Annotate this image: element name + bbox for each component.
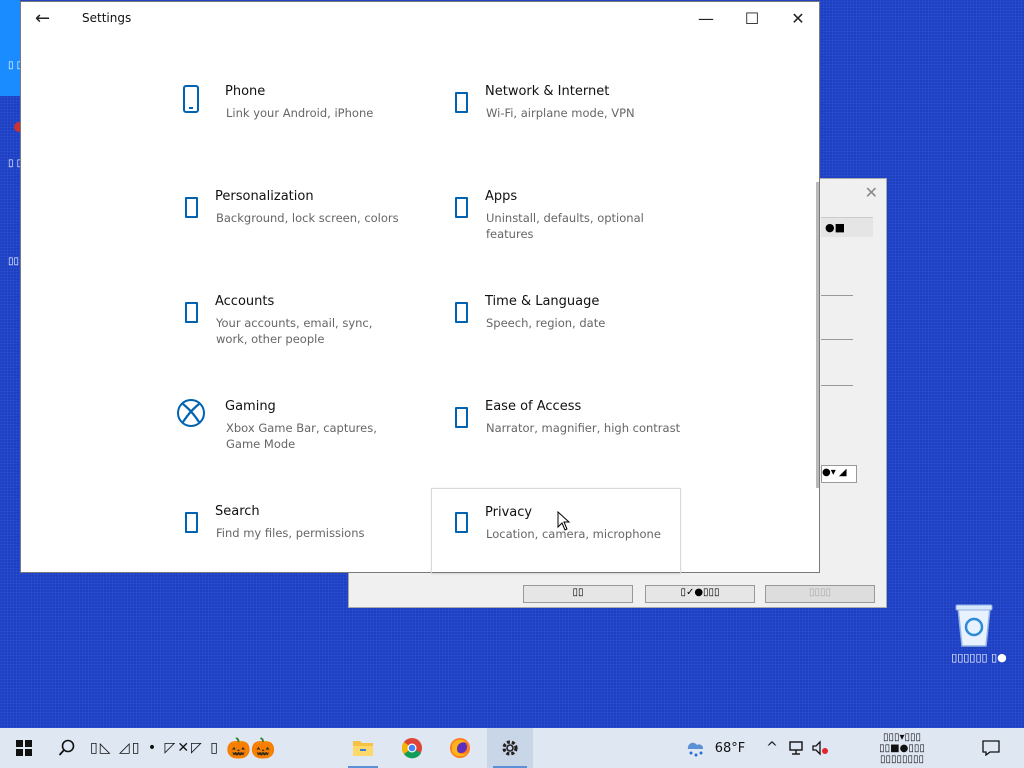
tile-title: Gaming [225, 399, 276, 414]
tile-subtitle: Xbox Game Bar, captures, Game Mode [226, 421, 377, 451]
settings-window[interactable]: ← Settings — ☐ ✕ Phone Link your Android… [20, 1, 820, 574]
tile-title: Time & Language [485, 294, 600, 309]
back-button[interactable]: ← [35, 8, 50, 29]
clock-line-2: ▯▯■●▯▯▯ [879, 742, 925, 754]
tile-personalization[interactable]: Personalization Background, lock screen,… [175, 189, 425, 273]
tile-title: Phone [225, 84, 266, 99]
recycle-bin-label: ▯▯▯▯▯▯ ▯● [951, 651, 1007, 664]
chrome-icon[interactable] [391, 728, 433, 768]
taskbar: ▯◺ ◿▯ • ◸✕◸ ▯ 🎃🎃 68°F ^ ▯▯▯▾▯▯▯ ▯▯■●▯▯▯ … [0, 728, 1024, 768]
title-bar[interactable]: ← Settings — ☐ ✕ [21, 2, 819, 34]
notification-icon[interactable] [976, 728, 1006, 768]
scrollbar[interactable] [816, 182, 819, 488]
tile-network-internet[interactable]: Network & Internet Wi-Fi, airplane mode,… [445, 84, 695, 168]
pumpkin-icon: 🎃🎃 [225, 736, 276, 760]
background-dialog-button-1[interactable]: ▯▯ [523, 585, 633, 603]
recycle-bin-icon[interactable] [952, 602, 996, 648]
windows-logo-icon [16, 740, 32, 756]
search-icon [58, 739, 75, 756]
network-icon [445, 84, 479, 118]
background-dialog-header: ●■ [821, 217, 873, 237]
tile-subtitle: Background, lock screen, colors [216, 211, 399, 225]
firefox-icon[interactable] [439, 728, 481, 768]
tile-title: Apps [485, 189, 518, 204]
divider [821, 385, 853, 386]
clock[interactable]: ▯▯▯▾▯▯▯ ▯▯■●▯▯▯ ▯▯▯▯▯▯▯▯ [862, 728, 942, 768]
weather-icon[interactable] [680, 728, 710, 768]
network-status-icon[interactable] [784, 728, 808, 768]
privacy-icon [445, 504, 479, 538]
tile-gaming[interactable]: Gaming Xbox Game Bar, captures, Game Mod… [175, 399, 425, 483]
file-explorer-icon[interactable] [342, 728, 384, 768]
tile-phone[interactable]: Phone Link your Android, iPhone [175, 84, 425, 168]
tile-subtitle: Location, camera, microphone [486, 527, 661, 541]
window-title: Settings [82, 11, 132, 25]
desktop-icon-label: ▯▯ [8, 256, 20, 267]
xbox-icon [175, 399, 209, 433]
divider [821, 339, 853, 340]
time-language-icon [445, 294, 479, 328]
accounts-icon [175, 294, 209, 328]
tile-title: Search [215, 504, 260, 519]
background-dialog-button-3[interactable]: ▯▯▯▯ [765, 585, 875, 603]
start-button[interactable] [0, 728, 48, 768]
tile-title: Personalization [215, 189, 314, 204]
clock-line-3: ▯▯▯▯▯▯▯▯ [879, 753, 925, 765]
tile-privacy[interactable]: Privacy Location, camera, microphone [431, 488, 681, 574]
tile-title: Ease of Access [485, 399, 582, 414]
tile-title: Accounts [215, 294, 275, 309]
tile-subtitle: Find my files, permissions [216, 526, 365, 540]
tile-subtitle: Your accounts, email, sync, work, other … [216, 316, 373, 346]
tile-subtitle: Uninstall, defaults, optional features [486, 211, 644, 241]
background-dialog-combo[interactable]: ●▾ ◢ [821, 465, 857, 483]
tile-subtitle: Link your Android, iPhone [226, 106, 374, 120]
chevron-up-icon[interactable]: ^ [762, 728, 782, 768]
tile-subtitle: Speech, region, date [486, 316, 606, 330]
tile-accounts[interactable]: Accounts Your accounts, email, sync, wor… [175, 294, 425, 378]
tile-time-language[interactable]: Time & Language Speech, region, date [445, 294, 695, 378]
gear-icon [502, 740, 518, 756]
taskbar-search-box[interactable]: ▯◺ ◿▯ • ◸✕◸ ▯ 🎃🎃 [50, 728, 330, 768]
tile-title: Privacy [485, 505, 533, 520]
close-button[interactable]: ✕ [775, 6, 821, 32]
personalization-icon [175, 189, 209, 223]
ease-of-access-icon [445, 399, 479, 433]
tile-apps[interactable]: Apps Uninstall, defaults, optional featu… [445, 189, 695, 273]
search-box-glyphs: ▯◺ ◿▯ • ◸✕◸ ▯ [90, 740, 220, 756]
tile-subtitle: Wi-Fi, airplane mode, VPN [486, 106, 635, 120]
volume-muted-icon[interactable] [808, 728, 832, 768]
mouse-cursor-icon [557, 511, 571, 531]
tile-title: Network & Internet [485, 84, 610, 99]
apps-icon [445, 189, 479, 223]
maximize-button[interactable]: ☐ [729, 6, 775, 32]
tile-search[interactable]: Search Find my files, permissions [175, 504, 425, 588]
clock-line-1: ▯▯▯▾▯▯▯ [882, 731, 922, 743]
background-dialog-button-2[interactable]: ▯✓●▯▯▯ [645, 585, 755, 603]
tile-subtitle: Narrator, magnifier, high contrast [486, 421, 681, 435]
settings-taskbar-icon[interactable] [487, 728, 533, 768]
search-icon [175, 504, 209, 538]
weather-temperature[interactable]: 68°F [710, 728, 750, 768]
tile-ease-of-access[interactable]: Ease of Access Narrator, magnifier, high… [445, 399, 695, 483]
divider [821, 295, 853, 296]
phone-icon [175, 84, 209, 118]
background-dialog-close-button[interactable]: ✕ [865, 183, 878, 202]
minimize-button[interactable]: — [683, 6, 729, 32]
desktop-strip [0, 0, 20, 96]
